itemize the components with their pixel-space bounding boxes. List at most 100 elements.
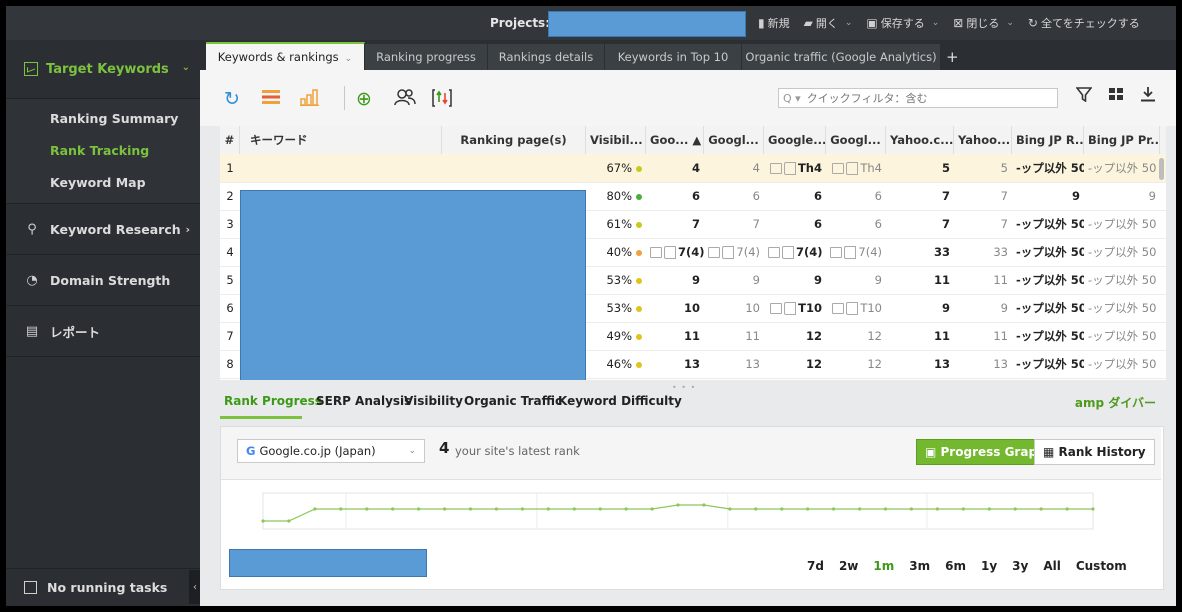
cell-text: 6: [226, 301, 234, 315]
cell-n: 7: [220, 322, 240, 350]
close-button[interactable]: ⊠ 閉じる ⌄: [953, 15, 1014, 31]
visibility-dot-icon: [636, 277, 642, 284]
tab-ranking-progress[interactable]: Ranking progress: [365, 44, 488, 70]
refresh-icon[interactable]: ↻: [224, 88, 240, 110]
range-3y[interactable]: 3y: [1012, 559, 1028, 573]
visibility-dot-icon: [636, 361, 642, 368]
cell-text: 53%: [606, 301, 632, 315]
range-6m[interactable]: 6m: [945, 559, 966, 573]
grid-view-icon[interactable]: [1108, 86, 1124, 107]
tab-visibility[interactable]: Visibility: [404, 394, 463, 408]
tab-rankings-details[interactable]: Rankings details: [488, 44, 605, 70]
new-button[interactable]: ▮ 新規: [758, 15, 790, 31]
sidebar-item-rank-tracking[interactable]: Rank Tracking: [6, 135, 200, 167]
data-point: [287, 519, 291, 523]
cell-c1: 6: [646, 182, 704, 210]
col-google-2[interactable]: Googl...: [704, 126, 764, 154]
cell-c1: 9: [646, 266, 704, 294]
col-yahoo-1[interactable]: Yahoo.c...: [886, 126, 954, 154]
chevron-down-icon: ⌄: [344, 54, 353, 64]
check-all-label: 全てをチェックする: [1040, 17, 1140, 30]
data-point: [520, 507, 524, 511]
quick-filter-input[interactable]: Q ▾ クイックフィルタ：含む: [778, 88, 1058, 108]
cell-text: -ップ以外 50: [1016, 273, 1084, 287]
cell-b1: -ップ以外 50: [1012, 266, 1084, 294]
open-label: 開く: [815, 17, 838, 30]
save-icon: ▣: [866, 16, 878, 30]
range-custom[interactable]: Custom: [1076, 559, 1127, 573]
tab-rank-progress[interactable]: Rank Progress: [224, 394, 322, 408]
sidebar-item-keyword-research[interactable]: ⚲ Keyword Research ›: [6, 203, 200, 254]
range-3m[interactable]: 3m: [909, 559, 930, 573]
cell-c4: Th4: [826, 154, 886, 182]
sidebar-item-report[interactable]: ▤ レポート: [6, 305, 200, 357]
rank-history-button[interactable]: ▦ Rank History: [1034, 439, 1155, 465]
range-7d[interactable]: 7d: [807, 559, 824, 573]
table-header: # キーワード Ranking page(s) Visibil... Goo..…: [220, 126, 1166, 155]
cell-text: 46%: [606, 357, 632, 371]
serp-feature-icon: [769, 163, 782, 174]
cell-y1: 5: [886, 154, 954, 182]
chevron-down-icon: ⌄: [844, 18, 853, 28]
date-range-selector: 7d 2w 1m 3m 6m 1y 3y All Custom: [807, 559, 1127, 573]
amp-link[interactable]: amp ダイバー: [1075, 394, 1156, 411]
col-google-4[interactable]: Googl...: [826, 126, 886, 154]
cell-c1: 7: [646, 210, 704, 238]
project-selector[interactable]: [548, 11, 746, 37]
data-point: [261, 519, 265, 523]
sidebar-item-domain-strength[interactable]: ◔ Domain Strength: [6, 254, 200, 305]
table-scrollbar[interactable]: [1159, 158, 1164, 180]
range-all[interactable]: All: [1043, 559, 1061, 573]
col-ranking-pages[interactable]: Ranking page(s): [442, 126, 586, 154]
cell-text: -ップ以外 50: [1016, 301, 1084, 315]
visibility-dot-icon: [636, 305, 642, 312]
add-tab-icon[interactable]: +: [946, 48, 959, 66]
serp-tag-icon: [844, 246, 857, 259]
col-keyword[interactable]: キーワード: [240, 126, 442, 154]
col-google-3[interactable]: Google...: [764, 126, 826, 154]
tab-organic-traffic[interactable]: Organic traffic (Google Analytics): [742, 44, 941, 70]
save-button[interactable]: ▣ 保存する ⌄: [866, 15, 939, 31]
running-tasks-status[interactable]: No running tasks: [6, 568, 200, 606]
check-all-button[interactable]: ↻ 全てをチェックする: [1028, 15, 1140, 31]
col-yahoo-2[interactable]: Yahoo...: [954, 126, 1012, 154]
competitors-icon[interactable]: [394, 88, 416, 110]
tab-organic-traffic-bottom[interactable]: Organic Traffic: [464, 394, 562, 408]
table-row[interactable]: 1 67% 4 4 Th4 Th4 5 5 -ップ以外 50 -ップ以外 50: [220, 154, 1166, 183]
bar-chart-icon[interactable]: [300, 88, 320, 110]
cell-text: 9: [1071, 189, 1080, 203]
range-1y[interactable]: 1y: [981, 559, 997, 573]
tab-keywords-rankings[interactable]: Keywords & rankings ⌄: [206, 42, 365, 72]
search-engine-select[interactable]: G Google.co.jp (Japan) ⌄: [237, 439, 425, 463]
tab-keyword-difficulty[interactable]: Keyword Difficulty: [558, 394, 682, 408]
col-bing-1[interactable]: Bing JP R...: [1012, 126, 1084, 154]
tab-serp-analysis[interactable]: SERP Analysis: [316, 394, 411, 408]
range-2w[interactable]: 2w: [839, 559, 858, 573]
sort-updown-icon[interactable]: [432, 88, 452, 110]
active-tab-indicator: [220, 416, 302, 419]
col-visibility[interactable]: Visibil...: [586, 126, 646, 154]
export-download-icon[interactable]: [1140, 86, 1156, 107]
close-box-icon: ⊠: [953, 16, 964, 30]
serp-feature-icon: [832, 163, 845, 174]
table-icon: ▦: [1043, 445, 1059, 459]
cell-y1: 33: [886, 238, 954, 266]
filter-icon[interactable]: [1075, 86, 1093, 107]
list-columns-icon[interactable]: [262, 88, 280, 110]
tab-keywords-top10[interactable]: Keywords in Top 10: [605, 44, 742, 70]
cell-c2: 10: [704, 294, 764, 322]
open-button[interactable]: ▰ 開く ⌄: [804, 15, 853, 31]
col-bing-2[interactable]: Bing JP Pr...: [1084, 126, 1160, 154]
range-1m[interactable]: 1m: [873, 559, 894, 573]
data-point: [1013, 507, 1017, 511]
col-google-1[interactable]: Goo... ▲: [646, 126, 704, 154]
sidebar-item-ranking-summary[interactable]: Ranking Summary: [6, 103, 200, 135]
sidebar-target-keywords[interactable]: Target Keywords ⌄: [6, 40, 200, 99]
save-label: 保存する: [880, 17, 925, 30]
sidebar-item-keyword-map[interactable]: Keyword Map: [6, 167, 200, 199]
add-keyword-icon[interactable]: ⊕: [356, 88, 372, 110]
cell-text: 53%: [606, 273, 632, 287]
cell-text: 10: [683, 301, 700, 315]
cell-text: T10: [860, 301, 882, 315]
col-index[interactable]: #: [220, 126, 240, 154]
